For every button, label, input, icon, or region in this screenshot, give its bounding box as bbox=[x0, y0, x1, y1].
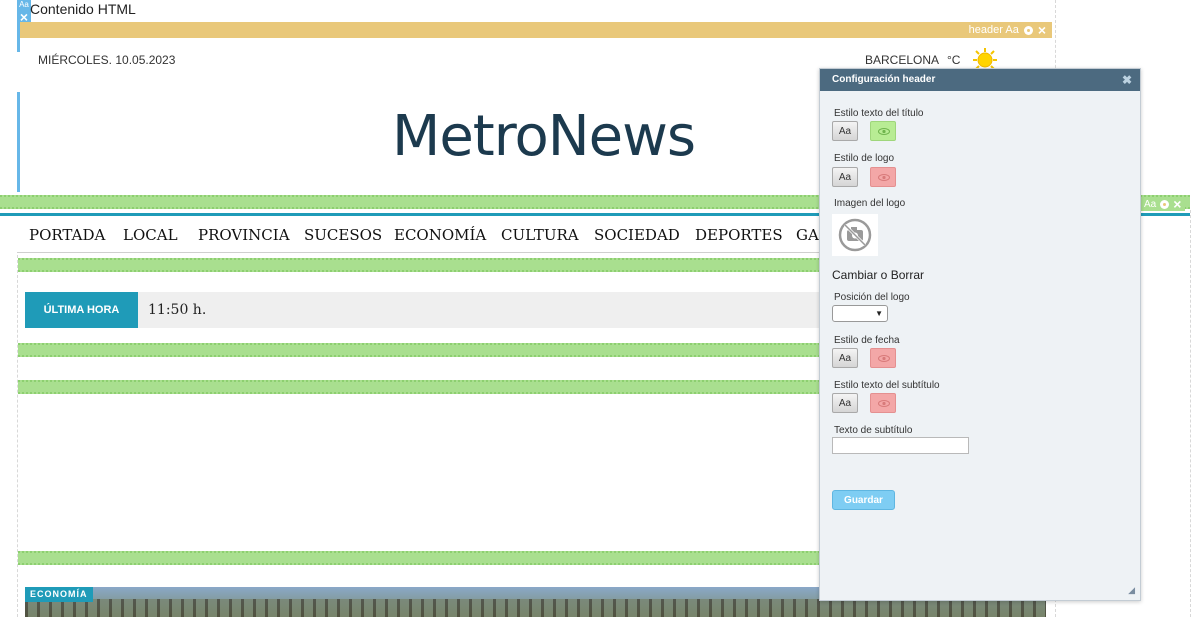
layout-band[interactable] bbox=[18, 380, 820, 394]
nav-item-local[interactable]: LOCAL bbox=[123, 226, 178, 244]
logo-visibility-toggle[interactable] bbox=[870, 167, 896, 187]
header-tools: header Aa × bbox=[969, 22, 1046, 38]
weather-unit: °C bbox=[947, 53, 961, 67]
breaking-news-bar bbox=[25, 292, 825, 328]
gear-icon[interactable] bbox=[1023, 25, 1033, 35]
nav-item-portada[interactable]: PORTADA bbox=[29, 226, 105, 244]
weather-city: BARCELONA bbox=[865, 53, 940, 67]
nav-item-deportes[interactable]: DEPORTES bbox=[695, 226, 783, 244]
breaking-news-label: ÚLTIMA HORA bbox=[25, 292, 138, 328]
guide-far-right bbox=[1190, 210, 1191, 617]
nav-item-sociedad[interactable]: SOCIEDAD bbox=[594, 226, 680, 244]
layout-band[interactable] bbox=[18, 343, 820, 357]
eye-icon bbox=[878, 174, 890, 181]
title-visibility-toggle[interactable] bbox=[870, 121, 896, 141]
nav-item-cultura[interactable]: CULTURA bbox=[501, 226, 579, 244]
change-or-delete-link[interactable]: Cambiar o Borrar bbox=[832, 268, 924, 282]
widget-tag-label: Aa bbox=[19, 0, 29, 9]
save-button[interactable]: Guardar bbox=[832, 490, 895, 510]
subtitle-text-label: Texto de subtítulo bbox=[834, 425, 913, 436]
band-tools: Aa × bbox=[1140, 196, 1186, 212]
logo-image-preview[interactable] bbox=[832, 214, 878, 256]
title-style-label: Estilo texto del título bbox=[834, 108, 924, 119]
panel-title: Configuración header bbox=[832, 74, 936, 85]
widget-label: Contenido HTML bbox=[30, 1, 136, 17]
site-logo-text[interactable]: MetroNews bbox=[392, 104, 696, 169]
selection-bar-header bbox=[17, 92, 20, 192]
band-aa[interactable]: Aa bbox=[1144, 199, 1156, 210]
title-style-button[interactable]: Aa bbox=[832, 121, 858, 141]
close-icon[interactable]: × bbox=[1038, 22, 1046, 38]
panel-header: Configuración header ✖ bbox=[820, 69, 1140, 91]
layout-band[interactable] bbox=[18, 551, 820, 565]
layout-band[interactable] bbox=[18, 258, 820, 272]
subtitle-visibility-toggle[interactable] bbox=[870, 393, 896, 413]
logo-style-button[interactable]: Aa bbox=[832, 167, 858, 187]
eye-icon bbox=[878, 355, 890, 362]
nav-item-provincia[interactable]: PROVINCIA bbox=[198, 226, 290, 244]
logo-position-select[interactable]: ▼ bbox=[832, 305, 888, 322]
nav-item-more[interactable]: GA bbox=[796, 226, 819, 244]
chevron-down-icon: ▼ bbox=[875, 309, 883, 318]
close-icon[interactable]: × bbox=[1173, 196, 1181, 212]
nav-item-economia[interactable]: ECONOMÍA bbox=[394, 226, 486, 244]
nav-item-sucesos[interactable]: SUCESOS bbox=[304, 226, 382, 244]
resize-icon[interactable]: ◢ bbox=[1128, 585, 1135, 596]
header-strip-label[interactable]: header Aa bbox=[969, 22, 1019, 38]
header-date: MIÉRCOLES. 10.05.2023 bbox=[38, 53, 176, 67]
logo-image-label: Imagen del logo bbox=[834, 198, 906, 209]
no-image-icon bbox=[838, 218, 872, 252]
category-badge[interactable]: ECONOMÍA bbox=[25, 587, 93, 602]
date-visibility-toggle[interactable] bbox=[870, 348, 896, 368]
logo-position-label: Posición del logo bbox=[834, 292, 910, 303]
eye-icon bbox=[878, 400, 890, 407]
content-area bbox=[25, 400, 815, 535]
gear-icon[interactable] bbox=[1160, 199, 1170, 209]
date-style-label: Estilo de fecha bbox=[834, 335, 900, 346]
close-icon[interactable]: ✖ bbox=[1122, 69, 1132, 91]
subtitle-style-button[interactable]: Aa bbox=[832, 393, 858, 413]
breaking-news-time[interactable]: 11:50 h. bbox=[148, 302, 206, 318]
header-toolbar: header Aa × bbox=[20, 22, 1052, 38]
photo-trees bbox=[25, 599, 1046, 617]
subtitle-text-input[interactable] bbox=[832, 437, 969, 454]
config-header-panel: Configuración header ✖ Estilo texto del … bbox=[819, 68, 1141, 601]
date-style-button[interactable]: Aa bbox=[832, 348, 858, 368]
eye-icon bbox=[878, 128, 890, 135]
logo-style-label: Estilo de logo bbox=[834, 153, 895, 164]
subtitle-style-label: Estilo texto del subtítulo bbox=[834, 380, 940, 391]
